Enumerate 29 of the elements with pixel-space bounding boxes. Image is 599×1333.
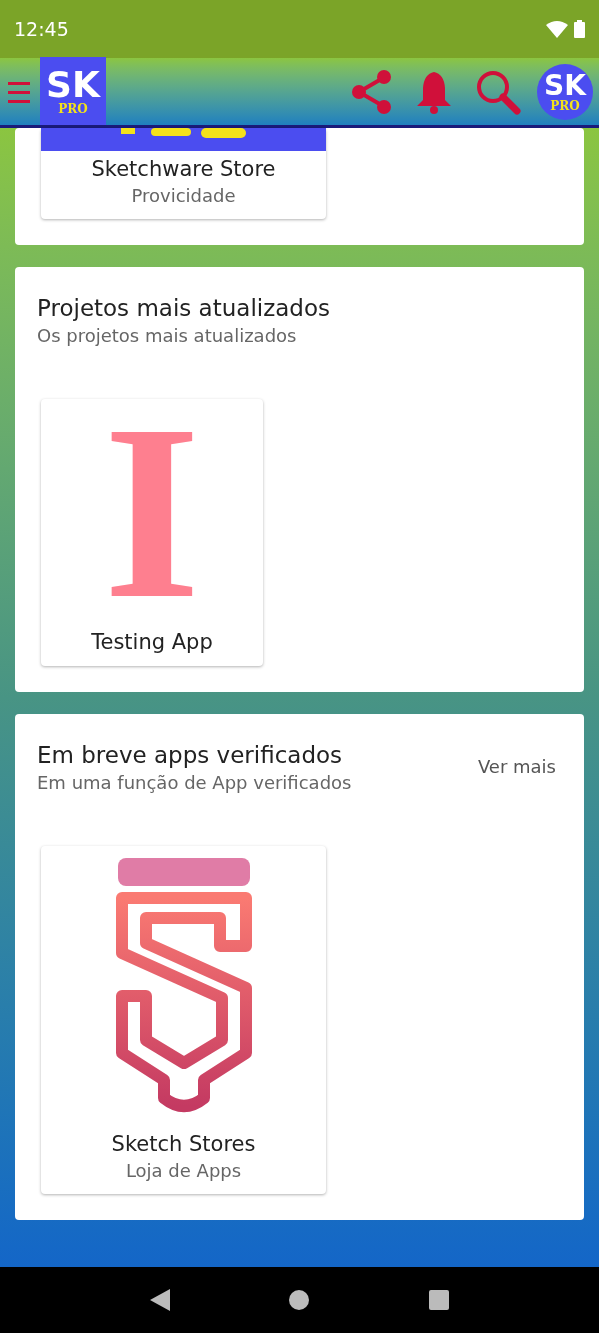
app-category: Provicidade: [131, 184, 236, 208]
section-subtitle: Em uma função de App verificados: [37, 771, 352, 795]
logo-title: SK: [544, 71, 586, 100]
app-card[interactable]: Sketchware Store Provicidade: [41, 128, 326, 219]
status-time: 12:45: [14, 16, 69, 42]
battery-icon: [574, 20, 585, 38]
app-name: Sketch Stores: [111, 1131, 256, 1158]
s-logo-icon: [113, 858, 254, 1114]
section-title: Projetos mais atualizados: [37, 294, 330, 323]
notification-bell-icon[interactable]: [415, 69, 453, 114]
section-title: Em breve apps verificados: [37, 741, 344, 770]
back-icon[interactable]: [149, 1289, 170, 1311]
home-icon[interactable]: [289, 1290, 310, 1310]
recents-icon[interactable]: [429, 1290, 450, 1310]
wifi-icon: [546, 20, 568, 38]
section-subtitle: Os projetos mais atualizados: [37, 324, 298, 348]
avatar[interactable]: SK PRO: [537, 63, 593, 120]
app-name: Sketchware Store: [91, 156, 276, 183]
app-card[interactable]: ITesting App: [41, 399, 263, 666]
app-name: Testing App: [91, 629, 213, 656]
logo-title: SK: [46, 66, 100, 103]
app-card[interactable]: Sketch Stores Loja de Apps: [41, 846, 326, 1194]
menu-icon[interactable]: [8, 79, 30, 104]
see-more-link[interactable]: Ver mais: [477, 753, 556, 780]
app-category: Loja de Apps: [125, 1159, 242, 1183]
search-icon[interactable]: [475, 68, 521, 115]
logo-subtitle: PRO: [58, 102, 88, 115]
app-logo[interactable]: SK PRO: [40, 56, 106, 125]
logo-subtitle: PRO: [550, 99, 580, 112]
